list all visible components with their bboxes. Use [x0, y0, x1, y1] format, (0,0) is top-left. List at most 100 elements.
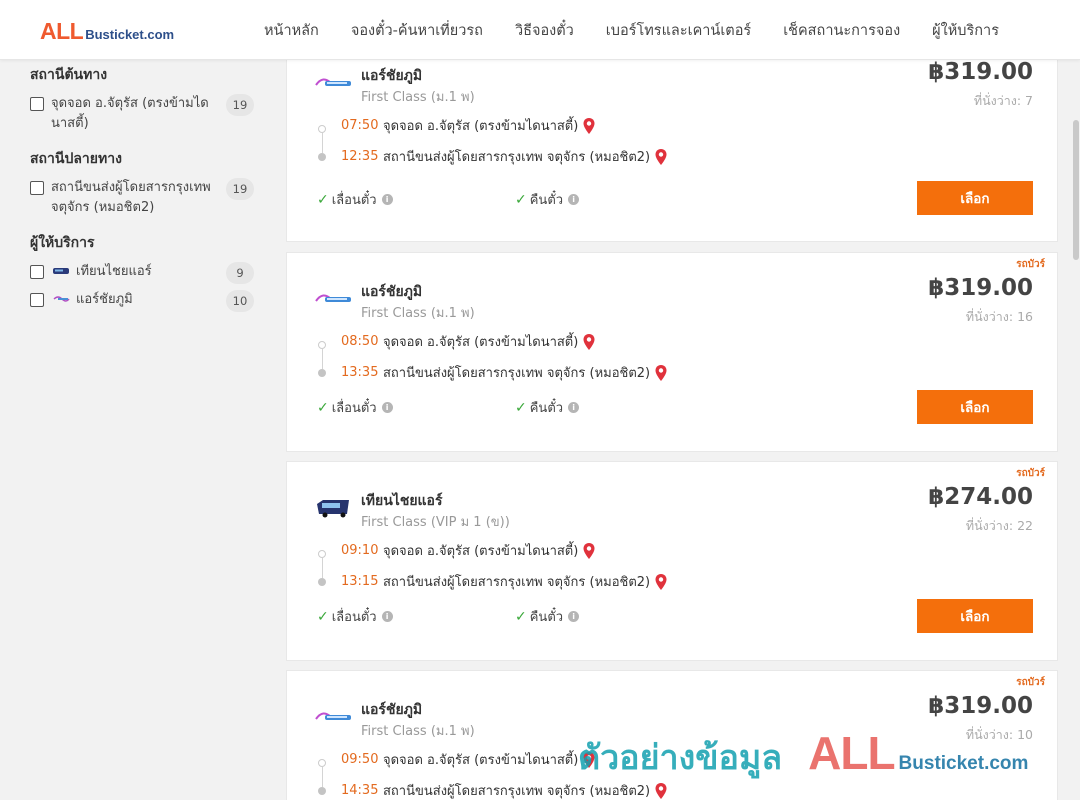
map-pin-icon[interactable] — [582, 333, 596, 351]
reschedule-label: เลื่อนตั๋ว — [331, 401, 377, 416]
route-timeline — [318, 550, 326, 586]
map-pin-icon[interactable] — [582, 751, 596, 769]
page-scrollbar[interactable] — [1072, 0, 1080, 800]
map-pin-icon[interactable] — [654, 148, 668, 166]
filter-operator-label: แอร์ชัยภูมิ — [76, 292, 133, 307]
operator-name: เทียนไชยแอร์ — [361, 493, 443, 509]
nav-how-to-book[interactable]: วิธีจองตั๋ว — [499, 19, 590, 42]
arrival-stop: 13:35 สถานีขนส่งผู้โดยสารกรุงเทพ จตุจักร… — [341, 362, 668, 383]
arrival-time: 13:35 — [341, 365, 379, 380]
nav-check-status[interactable]: เช็คสถานะการจอง — [767, 19, 916, 42]
checkbox[interactable] — [30, 97, 44, 111]
checkbox[interactable] — [30, 265, 44, 279]
check-icon: ✓ — [515, 399, 527, 416]
filter-operator-item-chaiyaphum[interactable]: แอร์ชัยภูมิ 10 — [30, 290, 260, 312]
trip-card: รถบัวร์ เทียนไชยแอร์ First Class (VIP ม … — [286, 461, 1058, 661]
info-icon[interactable]: i — [381, 402, 393, 413]
origin-dot — [318, 125, 326, 133]
filter-origin-label: จุดจอด อ.จัตุรัส (ตรงข้ามไดนาสตี้) — [51, 96, 209, 131]
filter-origin-item[interactable]: จุดจอด อ.จัตุรัส (ตรงข้ามไดนาสตี้) 19 — [30, 94, 260, 134]
ticket-price: ฿319.00 — [928, 275, 1033, 301]
route-timeline — [318, 341, 326, 377]
check-icon: ✓ — [317, 399, 329, 416]
filter-count-badge: 19 — [226, 94, 254, 116]
arrival-place: สถานีขนส่งผู้โดยสารกรุงเทพ จตุจักร (หมอช… — [383, 150, 651, 165]
seats-available: ที่นั่งว่าง: 22 — [965, 518, 1033, 533]
destination-dot — [318, 369, 326, 377]
seats-available: ที่นั่งว่าง: 7 — [973, 93, 1033, 108]
trip-card: รถบัวร์ แอร์ชัยภูมิ First Class (ม.1 พ) … — [286, 670, 1058, 800]
arrival-place: สถานีขนส่งผู้โดยสารกรุงเทพ จตุจักร (หมอช… — [383, 784, 651, 799]
refund-label: คืนตั๋ว — [529, 401, 564, 416]
info-icon[interactable]: i — [568, 402, 580, 413]
seats-available: ที่นั่งว่าง: 10 — [965, 727, 1033, 742]
filter-operator-label: เทียนไชยแอร์ — [76, 264, 152, 279]
arrival-stop: 13:15 สถานีขนส่งผู้โดยสารกรุงเทพ จตุจักร… — [341, 571, 668, 592]
info-icon[interactable]: i — [568, 611, 580, 622]
arrival-time: 14:35 — [341, 783, 379, 798]
nav-phone-counters[interactable]: เบอร์โทรและเคาน์เตอร์ — [590, 19, 767, 42]
map-pin-icon[interactable] — [654, 364, 668, 382]
filter-count-badge: 10 — [226, 290, 254, 312]
filter-operator-item-tianchai[interactable]: เทียนไชยแอร์ 9 — [30, 262, 260, 284]
nav-operators[interactable]: ผู้ให้บริการ — [916, 19, 1015, 42]
bus-class: First Class (ม.1 พ) — [361, 90, 475, 105]
nav-home[interactable]: หน้าหลัก — [248, 19, 335, 42]
timeline-line — [321, 558, 323, 578]
check-icon: ✓ — [317, 608, 329, 625]
trip-tag: รถบัวร์ — [1016, 468, 1045, 479]
check-icon: ✓ — [515, 608, 527, 625]
bus-class: First Class (ม.1 พ) — [361, 724, 475, 739]
refund-policy: ✓ คืนตั๋ว i — [515, 606, 580, 627]
map-pin-icon[interactable] — [654, 573, 668, 591]
site-logo[interactable]: ALL Busticket.com — [40, 18, 174, 45]
trip-card: รถบัวร์ แอร์ชัยภูมิ First Class (ม.1 พ) … — [286, 252, 1058, 452]
destination-dot — [318, 578, 326, 586]
origin-dot — [318, 759, 326, 767]
map-pin-icon[interactable] — [582, 542, 596, 560]
reschedule-label: เลื่อนตั๋ว — [331, 193, 377, 208]
reschedule-label: เลื่อนตั๋ว — [331, 610, 377, 625]
select-trip-button[interactable]: เลือก — [917, 599, 1033, 633]
info-icon[interactable]: i — [568, 194, 580, 205]
map-pin-icon[interactable] — [654, 782, 668, 800]
air-chaiyaphum-logo — [53, 296, 70, 302]
check-icon: ✓ — [317, 191, 329, 208]
scrollbar-thumb[interactable] — [1073, 120, 1079, 260]
filter-origin: สถานีต้นทาง จุดจอด อ.จัตุรัส (ตรงข้ามไดน… — [30, 64, 260, 134]
filter-origin-title: สถานีต้นทาง — [30, 67, 108, 83]
arrival-time: 12:35 — [341, 149, 379, 164]
checkbox[interactable] — [30, 293, 44, 307]
filter-sidebar: สถานีต้นทาง จุดจอด อ.จัตุรัส (ตรงข้ามไดน… — [30, 60, 260, 324]
reschedule-policy: ✓ เลื่อนตั๋ว i — [317, 189, 393, 210]
operator-name: แอร์ชัยภูมิ — [361, 702, 423, 718]
map-pin-icon[interactable] — [582, 117, 596, 135]
refund-policy: ✓ คืนตั๋ว i — [515, 397, 580, 418]
select-trip-button[interactable]: เลือก — [917, 390, 1033, 424]
select-trip-button[interactable]: เลือก — [917, 181, 1033, 215]
filter-destination: สถานีปลายทาง สถานีขนส่งผู้โดยสารกรุงเทพ … — [30, 148, 260, 218]
air-chaiyaphum-logo — [315, 712, 351, 720]
arrival-time: 13:15 — [341, 574, 379, 589]
ticket-price: ฿319.00 — [928, 59, 1033, 85]
departure-time: 07:50 — [341, 118, 379, 133]
origin-dot — [318, 550, 326, 558]
logo-busticket: Busticket.com — [85, 27, 175, 42]
reschedule-policy: ✓ เลื่อนตั๋ว i — [317, 606, 393, 627]
filter-destination-item[interactable]: สถานีขนส่งผู้โดยสารกรุงเทพ จตุจักร (หมอช… — [30, 178, 260, 218]
route-timeline — [318, 125, 326, 161]
departure-place: จุดจอด อ.จัตุรัส (ตรงข้ามไดนาสตี้) — [383, 119, 579, 134]
seats-available: ที่นั่งว่าง: 16 — [965, 309, 1033, 324]
destination-dot — [318, 787, 326, 795]
checkbox[interactable] — [30, 181, 44, 195]
info-icon[interactable]: i — [381, 611, 393, 622]
reschedule-policy: ✓ เลื่อนตั๋ว i — [317, 397, 393, 418]
timeline-line — [321, 349, 323, 369]
arrival-stop: 12:35 สถานีขนส่งผู้โดยสารกรุงเทพ จตุจักร… — [341, 146, 668, 167]
departure-place: จุดจอด อ.จัตุรัส (ตรงข้ามไดนาสตี้) — [383, 544, 579, 559]
filter-destination-label: สถานีขนส่งผู้โดยสารกรุงเทพ จตุจักร (หมอช… — [51, 180, 211, 215]
info-icon[interactable]: i — [381, 194, 393, 205]
nav-book-search[interactable]: จองตั๋ว-ค้นหาเที่ยวรถ — [335, 19, 499, 42]
operator-name: แอร์ชัยภูมิ — [361, 68, 423, 84]
departure-stop: 08:50 จุดจอด อ.จัตุรัส (ตรงข้ามไดนาสตี้) — [341, 331, 596, 352]
